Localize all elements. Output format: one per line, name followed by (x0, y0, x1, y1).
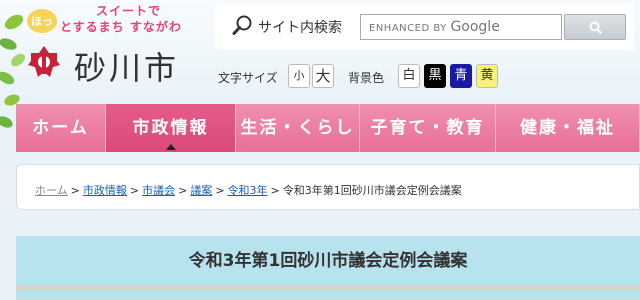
text-size-small-button[interactable]: 小 (288, 64, 310, 88)
breadcrumb-bills-link[interactable]: 議案 (190, 184, 212, 197)
bg-blue-button[interactable]: 青 (450, 64, 472, 88)
tagline-bottom: とするまち すながわ (60, 20, 182, 34)
breadcrumb-city-council-link[interactable]: 市議会 (142, 184, 175, 197)
title-divider (16, 286, 640, 290)
breadcrumb-current: 令和3年第1回砂川市議会定例会議案 (282, 184, 462, 197)
search-icon (589, 21, 603, 35)
page-title: 令和3年第1回砂川市議会定例会議案 (188, 251, 468, 271)
breadcrumb-reiwa3-link[interactable]: 令和3年 (228, 184, 268, 197)
breadcrumb-container: ホーム > 市政情報 > 市議会 > 議案 > 令和3年 > 令和3年第1回砂川市議会定例会議案 (16, 164, 640, 210)
magnifier-icon (232, 15, 252, 35)
breadcrumb-separator: > (270, 184, 280, 197)
city-name-logo[interactable]: 砂川市 (74, 43, 179, 89)
tagline-badge: ほっ (27, 9, 57, 33)
text-size-label: 文字サイズ (218, 71, 278, 85)
background-color-label: 背景色 (348, 71, 385, 85)
nav-item-childcare-education[interactable]: 子育て・教育 (360, 104, 496, 152)
city-emblem-icon[interactable] (26, 44, 62, 80)
breadcrumb: ホーム > 市政情報 > 市議会 > 議案 > 令和3年 > 令和3年第1回砂川市議会定例会議案 (35, 182, 462, 198)
nav-item-city-government[interactable]: 市政情報 (106, 104, 236, 152)
nav-item-home[interactable]: ホーム (16, 104, 106, 152)
breadcrumb-separator: > (215, 184, 225, 197)
bg-black-button[interactable]: 黒 (424, 64, 446, 88)
search-button[interactable] (564, 14, 626, 40)
breadcrumb-home-link[interactable]: ホーム (35, 184, 68, 197)
global-nav: ホーム 市政情報 生活・くらし 子育て・教育 健康・福祉 (16, 104, 640, 152)
search-label: サイト内検索 (258, 20, 342, 36)
bg-white-button[interactable]: 白 (398, 64, 420, 88)
breadcrumb-separator: > (70, 184, 80, 197)
search-placeholder-brand: Google (450, 19, 500, 35)
breadcrumb-separator: > (178, 184, 188, 197)
bg-yellow-button[interactable]: 黄 (476, 64, 498, 88)
nav-item-health-welfare[interactable]: 健康・福祉 (496, 104, 640, 152)
site-search: サイト内検索 ENHANCED BY Google (214, 4, 634, 50)
search-placeholder-prefix: ENHANCED BY (369, 23, 447, 34)
breadcrumb-city-government-link[interactable]: 市政情報 (83, 184, 127, 197)
text-size-large-button[interactable]: 大 (312, 64, 334, 88)
tagline-top: スイートで (96, 4, 162, 18)
nav-item-living[interactable]: 生活・くらし (236, 104, 360, 152)
site-header: ほっ スイートで とするまち すながわ 砂川市 サイト内検索 ENHANCED … (0, 0, 640, 128)
breadcrumb-separator: > (129, 184, 140, 197)
search-input[interactable]: ENHANCED BY Google (360, 14, 562, 40)
page-title-band: 令和3年第1回砂川市議会定例会議案 (16, 236, 640, 300)
